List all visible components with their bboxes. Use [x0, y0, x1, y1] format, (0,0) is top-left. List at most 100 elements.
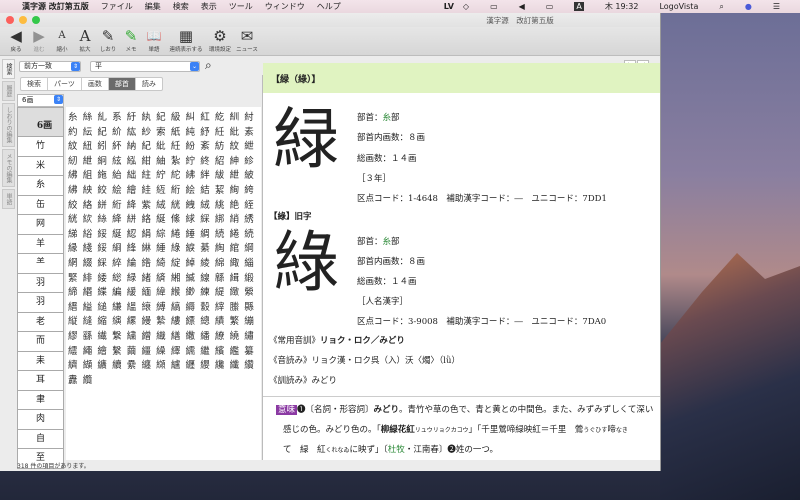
kanji-cell[interactable]: 繻 — [186, 343, 201, 358]
kanji-cell[interactable]: 繁 — [230, 313, 245, 328]
kanji-cell[interactable]: 紴 — [244, 167, 259, 182]
kanji-cell[interactable]: 纐 — [156, 357, 171, 372]
kanji-cell[interactable]: 紖 — [97, 138, 112, 153]
kanji-cell[interactable]: 綷 — [112, 255, 127, 270]
kanji-cell[interactable]: 縋 — [97, 299, 112, 314]
kanji-cell[interactable]: 絖 — [68, 211, 83, 226]
vtab-memos[interactable]: メモの編集 — [2, 149, 15, 187]
kanji-cell[interactable]: 絚 — [156, 182, 171, 197]
kanji-cell[interactable]: 紈 — [141, 109, 156, 124]
kanji-cell[interactable]: 緊 — [68, 270, 83, 285]
kanji-cell[interactable]: 緕 — [156, 270, 171, 285]
kanji-cell[interactable]: 練 — [200, 284, 215, 299]
zoom-out-button[interactable]: A 縮小 — [51, 27, 73, 55]
kanji-cell[interactable]: 縕 — [127, 299, 142, 314]
vtab-bookmarks[interactable]: しおりの編集 — [2, 103, 15, 147]
radical-item[interactable]: 老 — [17, 312, 64, 332]
kanji-cell[interactable]: 綖 — [156, 211, 171, 226]
kanji-cell[interactable]: 綉 — [244, 211, 259, 226]
kanji-cell[interactable]: 縫 — [83, 313, 98, 328]
kanji-cell[interactable]: 約 — [68, 124, 83, 139]
kanji-cell[interactable]: 糸 — [68, 109, 83, 124]
kanji-cell[interactable]: 縁 — [68, 240, 83, 255]
kanji-cell[interactable]: 綸 — [127, 255, 142, 270]
kanji-cell[interactable]: 純 — [186, 124, 201, 139]
logovista-icon[interactable]: LV — [444, 2, 454, 11]
kanji-cell[interactable]: 総 — [112, 270, 127, 285]
kanji-cell[interactable]: 緲 — [186, 284, 201, 299]
kanji-cell[interactable]: 纑 — [171, 357, 186, 372]
kanji-cell[interactable]: 綜 — [156, 226, 171, 241]
kanji-cell[interactable]: 緩 — [127, 284, 142, 299]
kanji-cell[interactable]: 紲 — [244, 138, 259, 153]
kanji-cell[interactable]: 繼 — [200, 343, 215, 358]
kanji-cell[interactable]: 纓 — [200, 357, 215, 372]
kanji-cell[interactable]: 續 — [112, 357, 127, 372]
kanji-cell[interactable]: 纛 — [68, 372, 83, 387]
kanji-cell[interactable]: 繪 — [97, 343, 112, 358]
kanji-cell[interactable]: 締 — [68, 284, 83, 299]
tab-strokes[interactable]: 画数 — [82, 78, 109, 90]
kanji-cell[interactable]: 紙 — [171, 124, 186, 139]
kanji-cell[interactable]: 總 — [200, 313, 215, 328]
kanji-cell[interactable]: 縟 — [186, 299, 201, 314]
kanji-cell[interactable]: 絨 — [156, 197, 171, 212]
kanji-cell[interactable]: 綞 — [156, 240, 171, 255]
tab-search[interactable]: 検索 — [21, 78, 48, 90]
kanji-cell[interactable]: 緅 — [230, 255, 245, 270]
kanji-cell[interactable]: 紼 — [186, 167, 201, 182]
kanji-cell[interactable]: 納 — [127, 138, 142, 153]
news-button[interactable]: ✉ ニュース — [234, 27, 260, 55]
kanji-cell[interactable]: 繒 — [141, 328, 156, 343]
kanji-cell[interactable]: 綢 — [200, 226, 215, 241]
kanji-cell[interactable]: 絩 — [215, 197, 230, 212]
kanji-cell[interactable]: 紬 — [156, 153, 171, 168]
kanji-cell[interactable]: 紡 — [215, 138, 230, 153]
kanji-cell[interactable]: 繊 — [97, 328, 112, 343]
kanji-cell[interactable]: 繡 — [244, 328, 259, 343]
kanji-cell[interactable]: 綹 — [141, 255, 156, 270]
kanji-cell[interactable]: 繆 — [68, 328, 83, 343]
kanji-cell[interactable]: 紕 — [156, 138, 171, 153]
kanji-cell[interactable]: 絵 — [112, 182, 127, 197]
kanji-cell[interactable]: 糺 — [97, 109, 112, 124]
kanji-cell[interactable]: 紹 — [215, 153, 230, 168]
kanji-cell[interactable]: 絃 — [112, 153, 127, 168]
vtab-words[interactable]: 単語 — [2, 189, 15, 209]
kanji-cell[interactable]: 縯 — [112, 313, 127, 328]
kanji-cell[interactable]: 纈 — [83, 357, 98, 372]
kanji-cell[interactable]: 紾 — [244, 153, 259, 168]
kanji-cell[interactable]: 繙 — [200, 328, 215, 343]
radical-item[interactable]: 网 — [17, 215, 64, 235]
battery-icon[interactable]: ▭ — [546, 2, 554, 11]
kanji-cell[interactable]: 綽 — [186, 255, 201, 270]
kanji-cell[interactable]: 絶 — [230, 197, 245, 212]
kanji-cell[interactable]: 紸 — [141, 167, 156, 182]
kanji-cell[interactable]: 絲 — [97, 211, 112, 226]
kanji-cell[interactable]: 索 — [156, 124, 171, 139]
kanji-cell[interactable]: 繰 — [156, 343, 171, 358]
kanji-cell[interactable]: 紅 — [200, 109, 215, 124]
forward-button[interactable]: ▶ 進む — [28, 27, 50, 55]
kanji-cell[interactable]: 緤 — [97, 284, 112, 299]
kanji-cell[interactable]: 纂 — [244, 343, 259, 358]
radical-link[interactable]: 糸 — [383, 113, 392, 123]
kanji-cell[interactable]: 縵 — [141, 313, 156, 328]
kanji-cell[interactable]: 紀 — [156, 109, 171, 124]
kanji-cell[interactable]: 績 — [215, 313, 230, 328]
kanji-cell[interactable]: 素 — [244, 124, 259, 139]
kanji-cell[interactable]: 紋 — [68, 138, 83, 153]
kanji-cell[interactable]: 繃 — [244, 313, 259, 328]
kanji-cell[interactable]: 緝 — [230, 270, 245, 285]
radical-item[interactable]: 缶 — [17, 195, 64, 215]
kanji-cell[interactable]: 縉 — [68, 299, 83, 314]
airplay-icon[interactable]: ▭ — [490, 2, 498, 11]
kanji-cell[interactable]: 繭 — [127, 343, 142, 358]
kanji-cell[interactable]: 紜 — [83, 124, 98, 139]
notification-center-icon[interactable]: ☰ — [773, 2, 780, 11]
kanji-cell[interactable]: 綵 — [97, 255, 112, 270]
kanji-cell[interactable]: 絜 — [215, 182, 230, 197]
kanji-cell[interactable]: 組 — [83, 167, 98, 182]
back-button[interactable]: ◀ 戻る — [5, 27, 27, 55]
kanji-cell[interactable]: 緑 — [127, 270, 142, 285]
